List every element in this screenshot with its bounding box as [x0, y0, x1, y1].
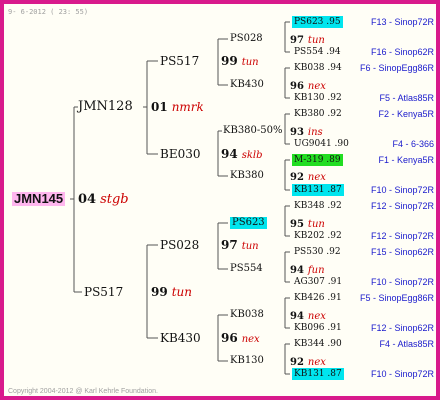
g4-ancestor-name: PS623 .95: [292, 16, 343, 28]
copyright-footer: Copyright 2004-2012 @ Karl Kehrle Founda…: [8, 388, 158, 395]
g1-bottom-name: PS517: [84, 285, 124, 299]
g4-ancestor-source: F13 - Sinop72R: [370, 17, 434, 27]
g2-c-name: PS028: [160, 238, 200, 252]
g2-d-pedigree: 96 nex: [221, 331, 260, 345]
g3-b2-name: KB380: [230, 170, 264, 181]
g2-d-name: KB430: [160, 331, 201, 345]
g3-c1-name: PS623: [230, 217, 267, 229]
g3-c2-name: PS554: [230, 263, 263, 274]
g3-d2-name: KB130: [230, 355, 264, 366]
g2-a-name: PS517: [160, 54, 200, 68]
g2-b-pedigree: 94 sklb: [221, 147, 263, 161]
g4-ancestor-name: KB131 .87: [292, 368, 344, 380]
g3-c2-pedigree: 94 fun: [290, 265, 325, 276]
g3-a2-name: KB430: [230, 79, 264, 90]
pedigree-frame: 9- 6-2012 ( 23: 55) Copyright 2004-2012 …: [0, 0, 440, 400]
g2-c-pedigree: 97 tun: [221, 238, 259, 252]
g3-d2-pedigree: 92 nex: [290, 357, 326, 368]
g4-ancestor-source: F15 - Sinop62R: [370, 247, 434, 257]
g4-ancestor-name: KB096 .91: [294, 323, 342, 333]
g4-ancestor-source: F1 - Kenya5R: [378, 155, 434, 165]
g1-top-pedigree: 01 nmrk: [151, 100, 204, 114]
g3-d1-name: KB038: [230, 309, 264, 320]
g4-ancestor-source: F2 - Kenya5R: [378, 109, 434, 119]
g4-ancestor-source: F6 - SinopEgg86R: [359, 63, 434, 73]
g4-ancestor-name: KB344 .90: [294, 339, 342, 349]
g4-ancestor-source: F12 - Sinop62R: [370, 323, 434, 333]
g3-c1-pedigree: 95 tun: [290, 219, 325, 230]
date-stamp: 9- 6-2012 ( 23: 55): [8, 8, 89, 16]
g4-ancestor-name: PS530 .92: [294, 247, 341, 257]
g4-ancestor-name: UG9041 .90: [294, 139, 349, 149]
root-name: JMN145: [12, 191, 66, 206]
g4-ancestor-source: F5 - SinopEgg86R: [359, 293, 434, 303]
g4-ancestor-source: F12 - Sinop72R: [370, 231, 434, 241]
g4-ancestor-name: KB130 .92: [294, 93, 342, 103]
g1-bottom-pedigree: 99 tun: [151, 285, 192, 299]
g4-ancestor-name: KB038 .94: [294, 63, 342, 73]
g4-ancestor-source: F5 - Atlas85R: [379, 93, 434, 103]
g4-ancestor-source: F4 - 6-366: [392, 139, 434, 149]
g3-d1-pedigree: 94 nex: [290, 311, 326, 322]
g4-ancestor-source: F12 - Sinop72R: [370, 201, 434, 211]
g3-b2-pedigree: 92 nex: [290, 172, 326, 183]
g4-ancestor-name: M-319 .89: [292, 154, 343, 166]
g4-ancestor-name: KB131 .87: [292, 184, 344, 196]
g4-ancestor-source: F16 - Sinop62R: [370, 47, 434, 57]
g2-b-name: BE030: [160, 147, 201, 161]
g4-ancestor-name: KB426 .91: [294, 293, 342, 303]
g3-a2-pedigree: 96 nex: [290, 81, 326, 92]
g4-ancestor-name: KB202 .92: [294, 231, 342, 241]
g4-ancestor-name: KB380 .92: [294, 109, 342, 119]
g3-b1-name: KB380-50%: [223, 125, 283, 136]
g4-ancestor-source: F10 - Sinop72R: [370, 369, 434, 379]
g4-ancestor-source: F10 - Sinop72R: [370, 277, 434, 287]
g3-b1-pedigree: 93 ins: [290, 127, 323, 138]
root-pedigree: 04 stgb: [78, 192, 129, 207]
g4-ancestor-name: KB348 .92: [294, 201, 342, 211]
g1-top-name: JMN128: [78, 99, 133, 114]
g3-a1-pedigree: 97 tun: [290, 35, 325, 46]
g3-a1-name: PS028: [230, 33, 263, 44]
g4-ancestor-source: F10 - Sinop72R: [370, 185, 434, 195]
g2-a-pedigree: 99 tun: [221, 54, 259, 68]
g4-ancestor-name: AG307 .91: [294, 277, 343, 287]
g4-ancestor-name: PS554 .94: [294, 47, 341, 57]
g4-ancestor-source: F4 - Atlas85R: [379, 339, 434, 349]
